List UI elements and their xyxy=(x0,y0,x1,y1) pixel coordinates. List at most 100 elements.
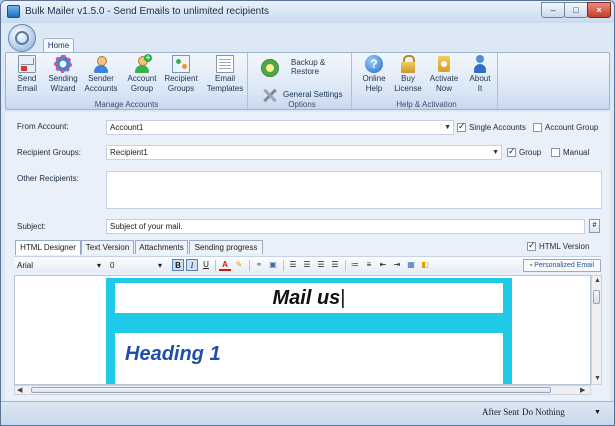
send-email-button[interactable]: Send Email xyxy=(9,55,45,99)
align-justify-icon[interactable]: ☰ xyxy=(329,259,341,271)
ribbon-group-options: Backup & Restore General Settings Options xyxy=(253,53,352,110)
buy-license-button[interactable]: Buy License xyxy=(390,55,426,99)
maximize-button[interactable]: □ xyxy=(564,2,588,18)
recipient-groups-label: Recipient Groups: xyxy=(17,148,82,157)
bullet-list-icon[interactable]: ≡ xyxy=(363,259,375,271)
font-color-icon[interactable]: A xyxy=(219,259,231,271)
subject-input[interactable]: Subject of your mail. xyxy=(106,219,585,234)
outdent-icon[interactable]: ⇤ xyxy=(377,259,389,271)
group-label-manage-accounts: Manage Accounts xyxy=(94,100,159,109)
recipient-groups-icon xyxy=(172,55,190,73)
highlight-icon[interactable]: ✎ xyxy=(233,259,245,271)
send-email-icon xyxy=(18,55,36,73)
tab-attachments[interactable]: Attachments xyxy=(135,240,188,254)
single-accounts-checkbox[interactable] xyxy=(457,121,466,132)
editor-horizontal-scrollbar[interactable]: ◀ ▶ xyxy=(14,385,591,395)
numbered-list-icon[interactable]: ≔ xyxy=(349,259,361,271)
chevron-down-icon: ▾ xyxy=(97,261,102,270)
scroll-thumb[interactable] xyxy=(31,387,551,393)
about-button[interactable]: About It xyxy=(462,55,498,99)
align-center-icon[interactable]: ☰ xyxy=(301,259,313,271)
table-icon[interactable]: ▦ xyxy=(405,259,417,271)
application-menu-button[interactable] xyxy=(8,24,36,52)
manual-checkbox[interactable] xyxy=(551,148,560,157)
image-icon[interactable]: ▣ xyxy=(267,259,279,271)
recipient-groups-select[interactable]: Recipient1 ▼ xyxy=(106,145,502,160)
chevron-down-icon: ▾ xyxy=(158,261,163,270)
align-left-icon[interactable]: ☰ xyxy=(287,259,299,271)
chevron-down-icon: ▼ xyxy=(444,124,451,131)
sending-wizard-button[interactable]: Sending Wizard xyxy=(45,55,81,99)
tab-home[interactable]: Home xyxy=(43,38,74,53)
account-group-checkbox[interactable] xyxy=(533,123,542,132)
email-template-frame: Mail us| Heading 1 xyxy=(106,278,512,384)
html-version-checkbox[interactable] xyxy=(527,240,536,251)
manual-label: Manual xyxy=(563,148,590,157)
other-recipients-input[interactable] xyxy=(106,171,602,209)
email-header-block[interactable]: Mail us| xyxy=(115,283,503,313)
group-label-options: Options xyxy=(288,100,316,109)
from-account-select[interactable]: Account1 ▼ xyxy=(106,120,454,135)
scroll-down-icon[interactable]: ▼ xyxy=(594,375,601,382)
insert-object-icon[interactable]: ◧ xyxy=(419,259,431,271)
about-icon xyxy=(471,55,489,73)
italic-button[interactable]: I xyxy=(186,259,198,271)
html-version-label: HTML Version xyxy=(539,242,590,251)
email-heading1-text: Heading 1 xyxy=(125,343,221,365)
ribbon-group-help-activation: ? Online Help Buy License Activate Now A… xyxy=(356,53,498,110)
app-icon xyxy=(7,5,20,18)
account-group-icon: + xyxy=(133,54,152,73)
minimize-button[interactable]: – xyxy=(541,2,565,18)
email-templates-button[interactable]: Email Templates xyxy=(205,55,245,99)
activate-now-button[interactable]: Activate Now xyxy=(426,55,462,99)
other-recipients-label: Other Recipients: xyxy=(17,174,79,183)
ribbon-group-manage-accounts: Send Email Sending Wizard Sender Account… xyxy=(6,53,248,110)
activate-icon xyxy=(435,55,453,73)
account-group-button[interactable]: + Account Group xyxy=(124,54,160,99)
align-right-icon[interactable]: ☰ xyxy=(315,259,327,271)
tab-html-designer[interactable]: HTML Designer xyxy=(15,240,81,255)
from-account-label: From Account: xyxy=(17,122,69,131)
after-sent-label: After Sent xyxy=(482,407,520,417)
scroll-right-icon[interactable]: ▶ xyxy=(580,386,585,394)
scroll-left-icon[interactable]: ◀ xyxy=(17,386,22,394)
tab-text-version[interactable]: Text Version xyxy=(81,240,134,254)
main-window: Bulk Mailer v1.5.0 - Send Emails to unli… xyxy=(0,0,615,426)
help-icon: ? xyxy=(365,55,383,73)
group-label: Group xyxy=(519,148,542,157)
format-toolbar: Arial ▾ 0 ▾ B I U A ✎ ⚭ ▣ ☰ ☰ ☰ ☰ ≔ ≡ ⇤ ⇥ … xyxy=(14,256,602,273)
subject-label: Subject: xyxy=(17,222,46,231)
tab-sending-progress[interactable]: Sending progress xyxy=(189,240,263,254)
online-help-button[interactable]: ? Online Help xyxy=(356,55,392,99)
bold-button[interactable]: B xyxy=(172,259,184,271)
title-bar[interactable]: Bulk Mailer v1.5.0 - Send Emails to unli… xyxy=(1,1,614,23)
recipient-groups-button[interactable]: Recipient Groups xyxy=(163,55,199,99)
email-body-block[interactable]: Heading 1 xyxy=(115,333,503,384)
window-title: Bulk Mailer v1.5.0 - Send Emails to unli… xyxy=(25,6,269,17)
license-lock-icon xyxy=(399,55,417,73)
html-design-canvas[interactable]: Mail us| Heading 1 xyxy=(14,275,591,385)
account-group-label: Account Group xyxy=(545,123,599,132)
font-size-select[interactable]: 0 ▾ xyxy=(110,259,168,272)
personalized-email-button[interactable]: ▪ Personalized Email xyxy=(523,259,601,272)
after-sent-select[interactable]: Do Nothing ▼ xyxy=(522,405,606,419)
group-checkbox[interactable] xyxy=(507,146,516,157)
backup-restore-button[interactable]: Backup & Restore xyxy=(261,57,349,79)
scroll-up-icon[interactable]: ▲ xyxy=(594,277,601,284)
chevron-down-icon: ▼ xyxy=(492,149,499,156)
indent-icon[interactable]: ⇥ xyxy=(391,259,403,271)
group-label-help-activation: Help & Activation xyxy=(396,100,457,109)
status-bar: After Sent Do Nothing ▼ xyxy=(1,401,614,425)
close-button[interactable]: × xyxy=(587,2,611,18)
email-templates-icon xyxy=(216,55,234,73)
subject-hash-button[interactable]: # xyxy=(589,219,600,233)
font-family-select[interactable]: Arial ▾ xyxy=(17,259,107,272)
underline-button[interactable]: U xyxy=(200,259,212,271)
sender-accounts-button[interactable]: Sender Accounts xyxy=(83,55,119,99)
editor-vertical-scrollbar[interactable]: ▲ ▼ xyxy=(591,275,602,385)
chevron-down-icon: ▼ xyxy=(594,408,601,416)
link-icon[interactable]: ⚭ xyxy=(253,259,265,271)
scroll-thumb[interactable] xyxy=(593,290,600,304)
wizard-gear-icon xyxy=(54,55,72,73)
compose-form: From Account: Account1▼ Single Accounts … xyxy=(5,112,610,239)
